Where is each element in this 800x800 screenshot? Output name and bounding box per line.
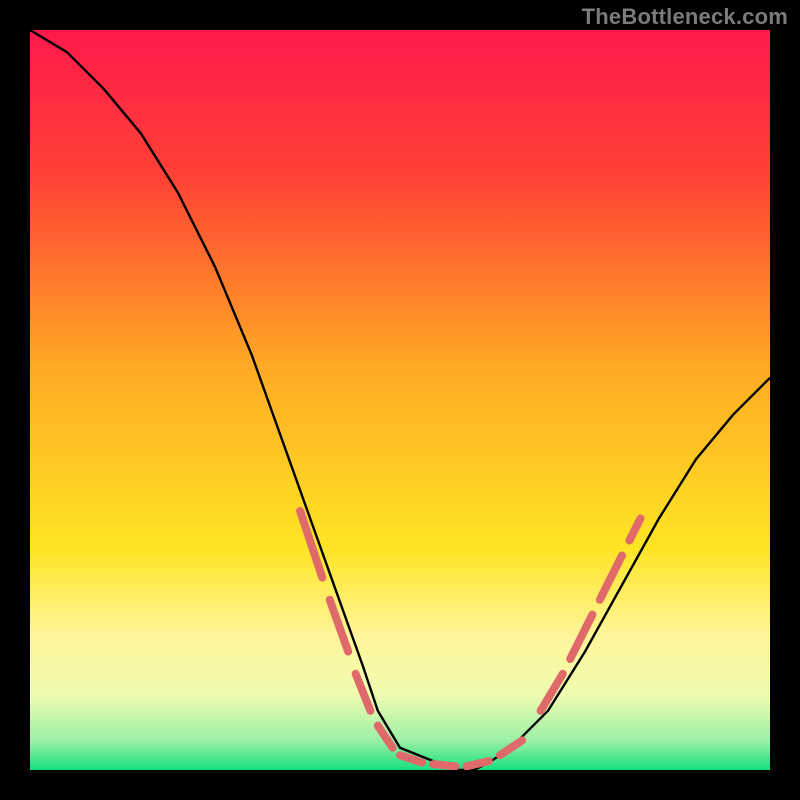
chart-frame: TheBottleneck.com bbox=[0, 0, 800, 800]
bottleneck-curve bbox=[30, 30, 770, 770]
dash-segment bbox=[570, 615, 592, 659]
dash-segment bbox=[378, 726, 393, 748]
attribution-label: TheBottleneck.com bbox=[582, 4, 788, 30]
curve-layer bbox=[30, 30, 770, 770]
highlight-dashes bbox=[300, 511, 640, 766]
dash-segment bbox=[330, 600, 349, 652]
plot-area bbox=[30, 30, 770, 770]
dash-segment bbox=[629, 518, 640, 540]
dash-segment bbox=[500, 740, 522, 755]
dash-segment bbox=[467, 761, 489, 766]
dash-segment bbox=[433, 764, 455, 766]
